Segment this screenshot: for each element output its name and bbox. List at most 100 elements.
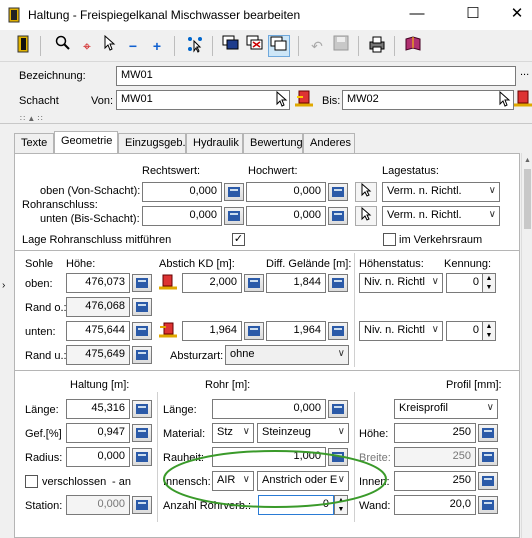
pick-point-icon[interactable] <box>355 206 377 226</box>
book-icon[interactable] <box>402 35 424 57</box>
bezeichnung-input[interactable]: MW01 <box>116 66 516 86</box>
save-icon[interactable] <box>330 35 352 57</box>
innenschutz-name-select[interactable]: Anstrich oder E ∨ <box>257 471 349 491</box>
profil-wand-input[interactable]: 20,0 <box>394 495 476 515</box>
verkehrsraum-checkbox[interactable] <box>383 233 396 246</box>
anzahl-rohrverbindungen-input[interactable]: 0 <box>258 495 334 515</box>
station-input[interactable]: 0,000 <box>66 495 130 515</box>
profil-breite-input[interactable]: 250 <box>394 447 476 467</box>
rand-oben-input[interactable]: 476,068 <box>66 297 130 317</box>
tab-texte[interactable]: Texte <box>14 133 54 153</box>
mitfuehren-checkbox[interactable]: ✓ <box>232 233 245 246</box>
unten-kennung-input[interactable]: 0 <box>446 321 484 341</box>
unten-hochwert-input[interactable]: 0,000 <box>246 206 326 226</box>
tab-bewertung[interactable]: Bewertung <box>243 133 303 153</box>
calculator-icon[interactable] <box>478 496 498 514</box>
zoom-icon[interactable] <box>52 35 74 57</box>
vertical-scrollbar[interactable]: ▲ <box>521 153 532 538</box>
oben-kennung-input[interactable]: 0 <box>446 273 484 293</box>
profil-innen-input[interactable]: 250 <box>394 471 476 491</box>
calculator-icon[interactable] <box>328 183 348 201</box>
side-expand-icon[interactable]: › <box>2 280 5 291</box>
calculator-icon[interactable] <box>132 274 152 292</box>
unten-abstich-input[interactable]: 1,964 <box>182 321 242 341</box>
calculator-icon[interactable] <box>478 472 498 490</box>
calculator-icon[interactable] <box>132 424 152 442</box>
von-input[interactable]: MW01 <box>116 90 290 110</box>
calculator-icon[interactable] <box>328 400 348 418</box>
oben-hoehenstatus-select[interactable]: Niv. n. Richtl ∨ <box>359 273 443 293</box>
profil-select[interactable]: Kreisprofil ∨ <box>394 399 498 419</box>
innenschutz-code-select[interactable]: AIR ∨ <box>212 471 254 491</box>
oben-hochwert-input[interactable]: 0,000 <box>246 182 326 202</box>
von-pick-icon[interactable] <box>274 90 288 110</box>
manhole-bis-icon[interactable] <box>158 321 178 344</box>
rauheit-input[interactable]: 1,000 <box>212 447 326 467</box>
collapse-handle-icon[interactable]: ∷ ▲ ∷ <box>20 114 43 123</box>
haltung-laenge-input[interactable]: 45,316 <box>66 399 130 419</box>
bis-input[interactable]: MW02 <box>342 90 514 110</box>
absturzart-select[interactable]: ohne ∨ <box>225 345 349 365</box>
material-name-select[interactable]: Steinzeug ∨ <box>257 423 349 443</box>
oben-hoehe-input[interactable]: 476,073 <box>66 273 130 293</box>
minimize-button[interactable]: — <box>402 4 432 26</box>
oben-lagestatus-select[interactable]: Verm. n. Richtl. ∨ <box>382 182 500 202</box>
bis-manhole-icon[interactable] <box>514 89 532 112</box>
calculator-icon[interactable] <box>132 322 152 340</box>
rand-unten-input[interactable]: 475,649 <box>66 345 130 365</box>
calculator-icon[interactable] <box>132 496 152 514</box>
minus-icon[interactable]: − <box>122 35 144 57</box>
undo-icon[interactable]: ↶ <box>306 35 328 57</box>
pointer-icon[interactable] <box>98 34 120 57</box>
gefaelle-input[interactable]: 0,947 <box>66 423 130 443</box>
manhole-cover-icon[interactable] <box>158 273 178 296</box>
verschlossen-checkbox[interactable] <box>25 475 38 488</box>
calculator-icon[interactable] <box>224 183 244 201</box>
calculator-icon[interactable] <box>132 448 152 466</box>
calculator-icon[interactable] <box>328 448 348 466</box>
pick-point-icon[interactable] <box>355 182 377 202</box>
anzahl-rohrverbindungen-spinner[interactable]: ▲ ▼ <box>334 495 348 515</box>
tab-hydraulik[interactable]: Hydraulik <box>186 133 243 153</box>
unten-diff-input[interactable]: 1,964 <box>266 321 326 341</box>
unten-hoehe-input[interactable]: 475,644 <box>66 321 130 341</box>
unten-rechtswert-input[interactable]: 0,000 <box>142 206 222 226</box>
radius-input[interactable]: 0,000 <box>66 447 130 467</box>
calculator-icon[interactable] <box>478 448 498 466</box>
oben-kennung-spinner[interactable]: ▲ ▼ <box>482 273 496 293</box>
maximize-button[interactable]: ☐ <box>458 4 488 26</box>
calculator-icon[interactable] <box>244 274 264 292</box>
calculator-icon[interactable] <box>132 298 152 316</box>
rohr-laenge-input[interactable]: 0,000 <box>212 399 326 419</box>
bis-pick-icon[interactable] <box>497 90 511 110</box>
windows-icon[interactable] <box>220 35 242 57</box>
oben-rechtswert-input[interactable]: 0,000 <box>142 182 222 202</box>
calculator-icon[interactable] <box>244 322 264 340</box>
calculator-icon[interactable] <box>328 207 348 225</box>
calculator-icon[interactable] <box>132 400 152 418</box>
tab-einzugsgeb[interactable]: Einzugsgeb. <box>118 133 186 153</box>
more-button[interactable]: ... <box>520 66 529 78</box>
von-manhole-icon[interactable] <box>293 89 315 112</box>
oben-diff-input[interactable]: 1,844 <box>266 273 326 293</box>
calculator-icon[interactable] <box>328 274 348 292</box>
calculator-icon[interactable] <box>328 322 348 340</box>
door-icon[interactable] <box>12 35 34 57</box>
unten-hoehenstatus-select[interactable]: Niv. n. Richtl ∨ <box>359 321 443 341</box>
unten-kennung-spinner[interactable]: ▲ ▼ <box>482 321 496 341</box>
close-button[interactable]: ✕ <box>502 4 532 26</box>
calculator-icon[interactable] <box>132 346 152 364</box>
calculator-icon[interactable] <box>478 424 498 442</box>
profil-hoehe-input[interactable]: 250 <box>394 423 476 443</box>
material-code-select[interactable]: Stz ∨ <box>212 423 254 443</box>
plus-icon[interactable]: + <box>146 35 168 57</box>
tab-anderes[interactable]: Anderes <box>303 133 355 153</box>
unten-lagestatus-select[interactable]: Verm. n. Richtl. ∨ <box>382 206 500 226</box>
node-select-icon[interactable] <box>184 35 206 57</box>
oben-abstich-input[interactable]: 2,000 <box>182 273 242 293</box>
crosshair-icon[interactable]: ⌖ <box>76 35 98 57</box>
windows-red-icon[interactable] <box>244 35 266 57</box>
calculator-icon[interactable] <box>224 207 244 225</box>
print-icon[interactable] <box>366 35 388 57</box>
copy-window-icon[interactable] <box>268 35 290 57</box>
